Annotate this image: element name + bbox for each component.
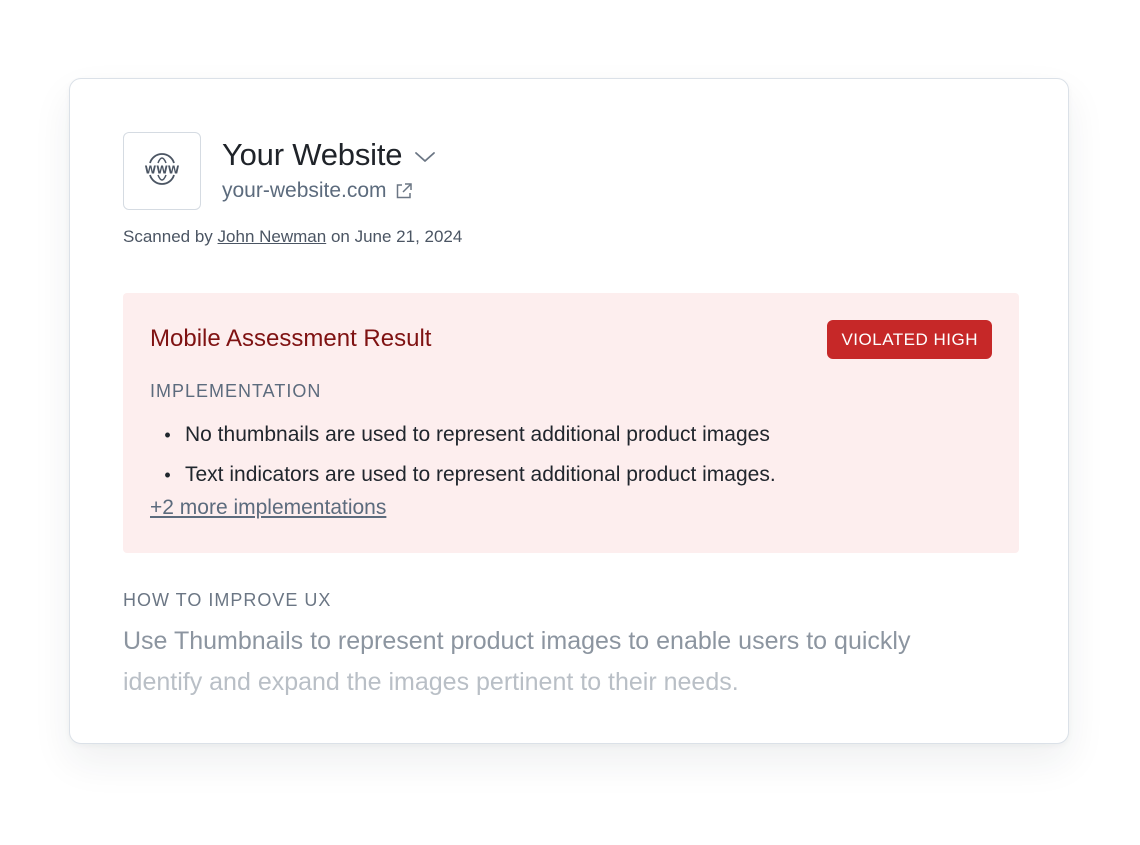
list-item-text: Text indicators are used to represent ad… (185, 463, 776, 486)
status-badge: VIOLATED HIGH (827, 320, 992, 359)
assessment-result-panel: Mobile Assessment Result VIOLATED HIGH I… (123, 293, 1019, 553)
improve-ux-line-1: Use Thumbnails to represent product imag… (123, 627, 911, 655)
more-implementations-link[interactable]: +2 more implementations (150, 496, 386, 520)
site-url-row: your-website.com (222, 179, 436, 203)
globe-www-icon: WWW (140, 149, 184, 194)
improve-ux-line-2: identify and expand the images pertinent… (123, 668, 739, 696)
site-titles: Your Website your-website.com (222, 135, 436, 203)
list-item: • Text indicators are used to represent … (150, 455, 776, 495)
implementation-label: IMPLEMENTATION (150, 381, 322, 401)
list-item-text: No thumbnails are used to represent addi… (185, 423, 770, 446)
improve-ux-text: Use Thumbnails to represent product imag… (123, 621, 1003, 703)
svg-text:WWW: WWW (145, 164, 180, 176)
site-name: Your Website (222, 137, 403, 172)
site-header: WWW Your Website your-website.com (123, 132, 436, 210)
scan-date: on June 21, 2024 (330, 227, 463, 246)
scan-info: Scanned by John Newman on June 21, 2024 (123, 227, 462, 247)
list-item: • No thumbnails are used to represent ad… (150, 415, 776, 455)
external-link-icon[interactable] (394, 181, 414, 201)
bullet: • (164, 464, 171, 485)
improve-ux-label: HOW TO IMPROVE UX (123, 590, 332, 610)
assessment-card: WWW Your Website your-website.com Scanne… (69, 78, 1069, 744)
site-icon-box: WWW (123, 132, 201, 210)
scan-prefix: Scanned by (123, 227, 213, 246)
chevron-down-icon[interactable] (414, 150, 436, 164)
scanned-by-user-link[interactable]: John Newman (218, 227, 327, 246)
assessment-title: Mobile Assessment Result (150, 325, 432, 352)
site-url-link[interactable]: your-website.com (222, 179, 387, 203)
site-name-row[interactable]: Your Website (222, 135, 436, 175)
bullet: • (164, 424, 171, 445)
implementation-list: • No thumbnails are used to represent ad… (150, 415, 776, 495)
